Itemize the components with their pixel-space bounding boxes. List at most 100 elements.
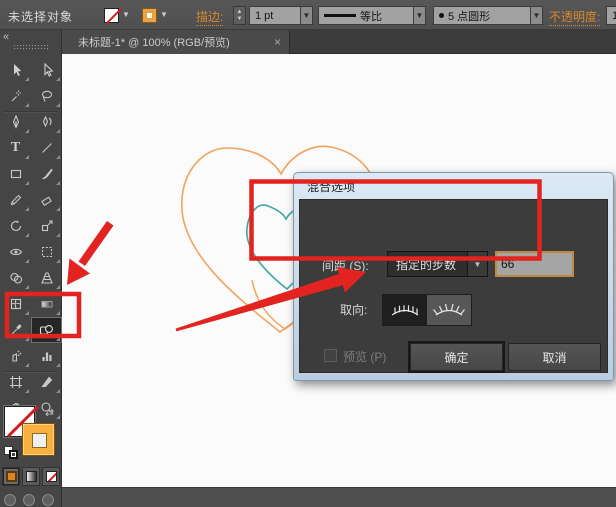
tab-bar: « 未标题-1* @ 100% (RGB/预览) × [0,30,616,54]
chevron-down-icon: ▼ [122,11,130,19]
tool-selection[interactable] [0,57,31,83]
tool-width[interactable] [0,239,31,265]
stroke-width-stepper[interactable]: ▲▼ [233,6,246,25]
steps-input[interactable] [495,251,574,277]
tool-mesh[interactable] [0,291,31,317]
color-mode-button[interactable] [2,467,20,486]
draw-normal-icon[interactable] [4,494,16,506]
cancel-button[interactable]: 取消 [508,343,601,371]
spacing-select[interactable]: 指定的步数 ▼ [387,251,488,277]
tool-shape-builder[interactable] [0,265,31,291]
default-fill-stroke-button[interactable] [4,446,20,460]
orientation-label: 取向: [340,301,367,318]
tool-slice[interactable] [31,369,62,395]
paintbrush-icon [40,167,54,181]
close-tab-icon[interactable]: × [274,35,281,49]
column-graph-icon [40,349,54,363]
width-profile-select[interactable]: 等比 ▼ [318,6,426,25]
tool-pencil[interactable] [0,187,31,213]
gradient-mode-button[interactable] [22,467,40,486]
tool-magic-wand[interactable] [0,83,31,109]
tool-type[interactable]: T [0,135,31,161]
tool-scale[interactable] [31,213,62,239]
spacing-selected-value: 指定的步数 [388,256,467,273]
curvature-pen-icon [40,115,54,129]
tool-lasso[interactable] [31,83,62,109]
dialog-title: 混合选项 [307,178,355,195]
none-mode-button[interactable] [42,467,60,486]
tool-line-segment[interactable] [31,135,62,161]
stroke-panel-link[interactable]: 描边: [196,8,223,26]
document-tab-title: 未标题-1* @ 100% (RGB/预览) [78,34,230,50]
opacity-field[interactable]: 1 [606,6,616,25]
stroke-width-select[interactable]: 1 pt ▼ [249,6,313,25]
dialog-titlebar[interactable]: 混合选项 [294,173,613,199]
rectangle-icon [9,167,23,181]
tool-column-graph[interactable] [31,343,62,369]
tool-artboard[interactable] [0,369,31,395]
preview-checkbox[interactable] [324,349,337,362]
color-fill-icon [6,471,17,482]
brush-dot-icon [439,13,444,18]
opacity-panel-link[interactable]: 不透明度: [549,8,600,26]
tool-symbol-sprayer[interactable] [0,343,31,369]
illustrator-window: 未选择对象 ▼ ▼ 描边: ▲▼ 1 pt ▼ 等比 ▼ 5 点圆形 [0,0,616,507]
slice-knife-icon [40,375,54,389]
rotate-icon [9,219,23,233]
none-fill-icon [46,471,57,482]
tool-eraser[interactable] [31,187,62,213]
gradient-fill-icon [26,471,37,482]
stroke-swatch-orange[interactable] [22,423,55,456]
tool-pen[interactable] [0,109,31,135]
draw-inside-icon[interactable] [42,494,54,506]
perspective-grid-icon [40,271,54,285]
scale-icon [40,219,54,233]
pencil-icon [9,193,23,207]
orientation-align-path-button[interactable] [427,295,471,325]
stepper-down-icon: ▼ [237,16,243,23]
magic-wand-icon [9,89,23,103]
tool-free-transform[interactable] [31,239,62,265]
tool-direct-selection[interactable] [31,57,62,83]
chevron-down-icon: ▼ [300,6,313,25]
stroke-width-value: 1 pt [249,6,300,25]
swap-fill-stroke-icon[interactable]: ⇄ [45,406,54,419]
collapse-panel-button[interactable]: « [3,31,9,43]
tool-rotate[interactable] [0,213,31,239]
align-to-page-icon [388,301,422,319]
symbol-sprayer-icon [9,349,23,363]
document-tab[interactable]: 未标题-1* @ 100% (RGB/预览) × [62,30,290,54]
lasso-icon [40,89,54,103]
tool-eyedropper[interactable] [0,317,31,343]
panel-grip-handle[interactable] [13,44,49,50]
pen-icon [9,115,23,129]
brush-select[interactable]: 5 点圆形 ▼ [433,6,543,25]
control-bar: 未选择对象 ▼ ▼ 描边: ▲▼ 1 pt ▼ 等比 ▼ 5 点圆形 [0,0,616,30]
tool-curvature[interactable] [31,109,62,135]
width-tool-icon [9,245,23,259]
tool-paintbrush[interactable] [31,161,62,187]
toolbar-separator [4,111,58,112]
chevron-down-icon: ▼ [467,252,487,276]
toolbar-header: « [0,30,62,54]
blend-options-dialog: 混合选项 间距 (S): 指定的步数 ▼ 取向: [293,172,614,381]
ok-button[interactable]: 确定 [410,343,503,371]
fill-color-button[interactable]: ▼ [104,5,130,25]
blend-icon [39,323,54,337]
dialog-content: 间距 (S): 指定的步数 ▼ 取向: [299,199,608,373]
brush-value: 5 点圆形 [448,8,490,24]
tools-panel: T ⇄ [0,54,62,507]
stroke-color-button[interactable]: ▼ [142,5,168,25]
orientation-align-page-button[interactable] [383,295,427,325]
opacity-value: 1 [606,6,616,25]
toolbar-separator [4,371,58,372]
artboard-icon [9,375,23,389]
color-mode-buttons [2,467,60,486]
stroke-preview-icon [324,14,356,17]
tool-blend[interactable] [31,317,62,343]
tool-gradient[interactable] [31,291,62,317]
line-segment-icon [40,141,54,155]
tool-rectangle[interactable] [0,161,31,187]
draw-behind-icon[interactable] [23,494,35,506]
tool-perspective-grid[interactable] [31,265,62,291]
